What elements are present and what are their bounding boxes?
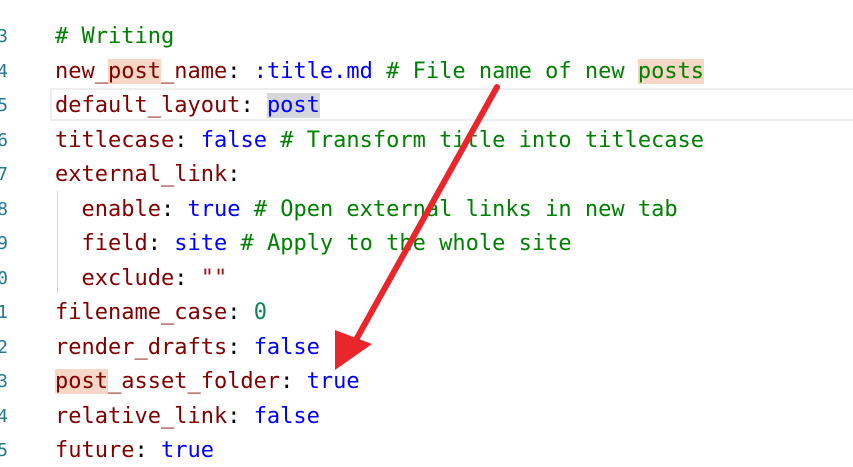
code-line[interactable]: # Writing [55, 20, 174, 54]
line-number: 7 [0, 164, 8, 185]
code-token: # File name of new [372, 58, 638, 84]
code-token: filename_case [55, 300, 228, 325]
line-number: 3 [0, 26, 8, 47]
code-token: : [160, 196, 188, 222]
code-token: :title.md [253, 58, 373, 84]
code-line[interactable]: render_drafts: false [55, 331, 320, 365]
code-token: titlecase [55, 127, 175, 153]
code-token: relative_link [55, 403, 228, 429]
code-token: external_link [55, 162, 228, 187]
line-number: 6 [0, 129, 8, 151]
line-number: 1 [0, 302, 8, 323]
code-token: _asset_folder [107, 369, 281, 394]
code-token: false [200, 127, 267, 153]
code-token: exclude [81, 265, 175, 291]
code-token: false [253, 334, 320, 360]
code-line[interactable]: titlecase: false # Transform title into … [55, 124, 704, 158]
line-number: 8 [0, 198, 8, 220]
code-token: default_layout [55, 93, 241, 118]
code-token: false [253, 403, 320, 429]
code-token: future [55, 438, 135, 463]
line-number-gutter: 3 4 5 6 7 8 9 0 1 2 3 4 5 [0, 0, 12, 467]
code-token: : [227, 300, 254, 325]
code-token: field [81, 231, 148, 256]
code-line[interactable]: default_layout: post [55, 89, 320, 123]
line-number: 0 [0, 267, 8, 289]
red-arrow-head [335, 330, 372, 370]
code-line[interactable]: relative_link: false [55, 400, 320, 434]
code-token: : [134, 438, 161, 463]
code-token: # Transform title into titlecase [266, 127, 705, 153]
code-token: # Apply to the whole site [227, 231, 572, 256]
code-line[interactable]: exclude: "" [55, 262, 228, 296]
line-number: 3 [0, 371, 8, 392]
code-line[interactable]: future: true [55, 434, 214, 467]
code-token: : [240, 93, 267, 118]
code-token: : [227, 334, 254, 360]
code-token: : [227, 58, 254, 84]
line-number: 5 [0, 95, 8, 116]
code-line[interactable]: post_asset_folder: true [55, 365, 360, 399]
code-line[interactable]: enable: true # Open external links in ne… [55, 193, 678, 227]
code-token: : [174, 127, 201, 153]
code-token: enable [81, 196, 161, 222]
line-number: 2 [0, 336, 8, 358]
code-token: # Open external links in new tab [240, 196, 678, 222]
line-number: 4 [0, 405, 8, 427]
code-token: : [227, 162, 241, 187]
code-token: : [174, 265, 201, 291]
code-token: : [227, 403, 254, 429]
code-line[interactable]: external_link: [55, 158, 240, 192]
code-token: : [147, 231, 175, 256]
code-token: # Writing [55, 24, 175, 49]
line-number: 5 [0, 440, 8, 461]
code-line[interactable]: new_post_name: :title.md # File name of … [55, 55, 705, 89]
line-number: 9 [0, 233, 8, 254]
code-token: posts [637, 58, 705, 84]
code-token: true [160, 438, 214, 463]
code-token: site [174, 231, 228, 256]
code-token: post [55, 369, 108, 394]
code-token: _name [160, 58, 228, 84]
code-token: "" [200, 265, 228, 291]
code-token: 0 [253, 300, 267, 325]
code-token: post [266, 93, 320, 118]
code-token: render_drafts [55, 334, 228, 360]
code-line[interactable]: field: site # Apply to the whole site [55, 227, 572, 261]
code-token: : [280, 369, 307, 394]
line-number: 4 [0, 60, 8, 82]
code-token: post [107, 58, 161, 84]
code-token: new_ [55, 58, 108, 84]
code-token: true [187, 196, 241, 222]
code-line[interactable]: filename_case: 0 [55, 296, 267, 330]
code-token: true [306, 369, 360, 394]
code-editor[interactable]: 3456789012345 # Writing new_post_name: :t… [0, 0, 853, 467]
